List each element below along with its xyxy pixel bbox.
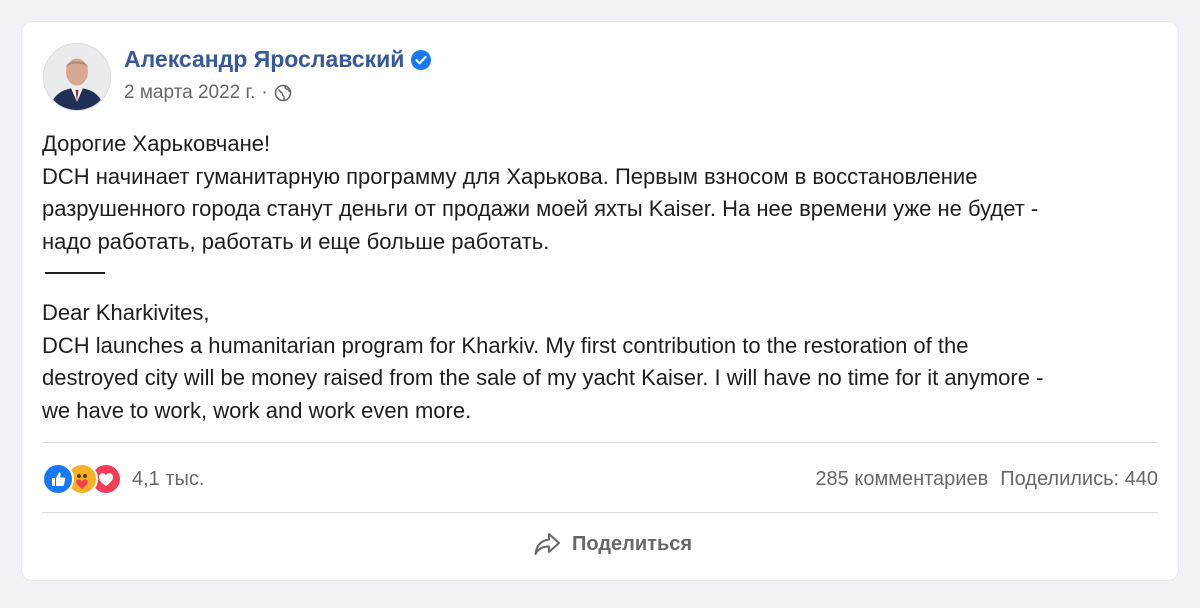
- like-icon: [42, 463, 74, 495]
- avatar-portrait: [44, 44, 110, 110]
- text-en-line: Dear Kharkivites,: [42, 300, 210, 325]
- meta-separator: ·: [261, 82, 268, 103]
- comments-count[interactable]: 285 комментариев: [815, 468, 988, 491]
- post-meta: 2 марта 2022 г. ·: [124, 82, 292, 104]
- share-button[interactable]: Поделиться: [532, 530, 692, 558]
- reaction-icons: [42, 463, 122, 495]
- divider: [42, 512, 1158, 513]
- reactions-summary[interactable]: 4,1 тыс.: [42, 463, 204, 495]
- text-en-line: DCH launches a humanitarian program for …: [42, 332, 969, 358]
- share-arrow-icon: [532, 530, 562, 558]
- shares-count[interactable]: Поделились: 440: [1000, 468, 1158, 491]
- text-en-line: destroyed city will be money raised from…: [42, 365, 1044, 390]
- text-ru-line: Дорогие Харьковчане!: [42, 131, 271, 156]
- text-ru-line: разрушенного города станут деньги от про…: [42, 196, 1039, 221]
- text-ru-line: надо работать, работать и еще больше раб…: [42, 228, 550, 254]
- post-date[interactable]: 2 марта 2022 г.: [124, 82, 255, 104]
- text-separator-rule: [45, 272, 105, 274]
- author-name[interactable]: Александр Ярославский: [124, 46, 432, 73]
- share-button-label: Поделиться: [572, 532, 693, 555]
- text-ru-line: DCH начинает гуманитарную программу для …: [42, 163, 978, 189]
- text-en-line: we have to work, work and work even more…: [42, 397, 472, 423]
- post-stats: 285 комментариев Поделились: 440: [815, 468, 1158, 491]
- avatar[interactable]: [43, 43, 111, 111]
- divider: [42, 442, 1158, 443]
- globe-icon[interactable]: [274, 84, 292, 102]
- post-card: Александр Ярославский 2 марта 2022 г. · …: [22, 22, 1178, 580]
- author-name-text: Александр Ярославский: [124, 46, 405, 72]
- verified-badge-icon: [410, 49, 432, 71]
- reaction-count[interactable]: 4,1 тыс.: [132, 468, 204, 491]
- post-text: Дорогие Харьковчане! DCH начинает гумани…: [42, 128, 1162, 427]
